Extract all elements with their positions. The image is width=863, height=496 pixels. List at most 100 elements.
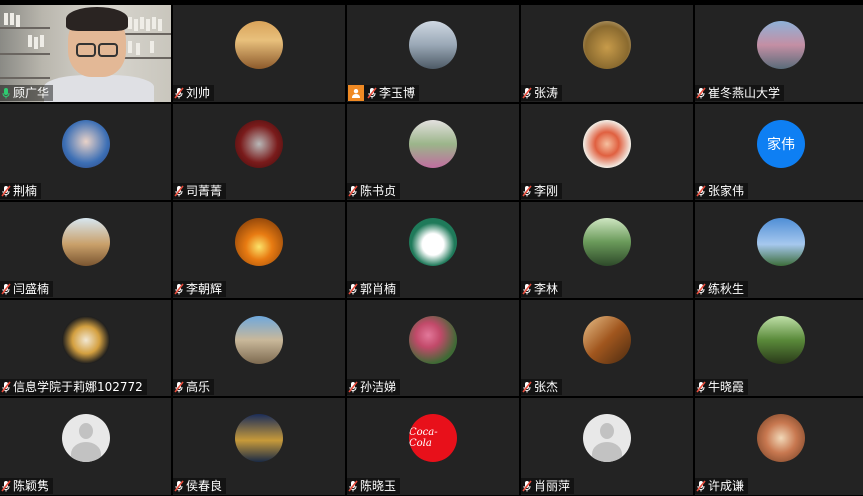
mic-muted-icon bbox=[1, 283, 11, 295]
participant-name: 李刚 bbox=[534, 184, 559, 198]
participant-name-label: 陈书贞 bbox=[347, 183, 401, 199]
participant-avatar bbox=[61, 120, 110, 168]
participant-name-label: 张杰 bbox=[521, 379, 563, 395]
participant-name: 张家伟 bbox=[708, 184, 745, 198]
mic-muted-icon bbox=[174, 185, 184, 197]
participant-name: 许成谦 bbox=[708, 479, 745, 493]
participant-tile[interactable]: 信息学院于莉娜102772 bbox=[0, 300, 171, 396]
mic-muted-icon bbox=[1, 480, 11, 492]
participant-tile[interactable]: 顾广华 bbox=[0, 5, 171, 102]
participant-tile[interactable]: 李林 bbox=[521, 202, 693, 298]
participant-name: 陈书贞 bbox=[360, 184, 397, 198]
mic-muted-icon bbox=[348, 283, 358, 295]
participant-name: 顾广华 bbox=[13, 86, 50, 100]
participant-avatar bbox=[409, 316, 457, 364]
participant-name: 李朝辉 bbox=[186, 282, 223, 296]
mic-muted-icon bbox=[348, 480, 358, 492]
participant-tile[interactable]: 荆楠 bbox=[0, 104, 171, 200]
participant-tile[interactable]: Coca-Cola 陈晓玉 bbox=[347, 398, 519, 495]
mic-muted-icon bbox=[174, 87, 184, 99]
participant-tile[interactable]: 孙洁娣 bbox=[347, 300, 519, 396]
participant-name-label: 崔冬燕山大学 bbox=[695, 85, 785, 101]
mic-muted-icon bbox=[522, 381, 532, 393]
participant-name: 司菁菁 bbox=[186, 184, 223, 198]
participant-tile[interactable]: 许成谦 bbox=[695, 398, 863, 495]
participant-tile[interactable]: 郭肖楠 bbox=[347, 202, 519, 298]
participant-avatar bbox=[409, 218, 457, 266]
participant-tile[interactable]: 刘帅 bbox=[173, 5, 345, 102]
participant-tile[interactable]: 陈书贞 bbox=[347, 104, 519, 200]
participant-name-label: 肖丽萍 bbox=[521, 478, 575, 494]
participant-tile[interactable]: 张涛 bbox=[521, 5, 693, 102]
mic-muted-icon bbox=[367, 87, 377, 99]
participant-name: 孙洁娣 bbox=[360, 380, 397, 394]
participant-tile[interactable]: 牛晓霞 bbox=[695, 300, 863, 396]
participant-name: 侯春良 bbox=[186, 479, 223, 493]
participant-tile[interactable]: 李玉博 bbox=[347, 5, 519, 102]
participant-name-label: 李林 bbox=[521, 281, 563, 297]
participant-tile[interactable]: 李刚 bbox=[521, 104, 693, 200]
participant-avatar bbox=[235, 21, 283, 69]
mic-muted-icon bbox=[348, 381, 358, 393]
mic-muted-icon bbox=[1, 185, 11, 197]
participant-name-label: 刘帅 bbox=[173, 85, 215, 101]
participant-name-label: 顾广华 bbox=[0, 85, 54, 101]
participant-avatar bbox=[409, 21, 457, 69]
participant-name-label: 陈颖隽 bbox=[0, 478, 54, 494]
participant-name-label: 侯春良 bbox=[173, 478, 227, 494]
participant-name: 荆楠 bbox=[13, 184, 38, 198]
participant-tile[interactable]: 崔冬燕山大学 bbox=[695, 5, 863, 102]
participant-tile[interactable]: 肖丽萍 bbox=[521, 398, 693, 495]
participant-name: 陈颖隽 bbox=[13, 479, 50, 493]
mic-muted-icon bbox=[696, 283, 706, 295]
participant-tile[interactable]: 司菁菁 bbox=[173, 104, 345, 200]
mic-muted-icon bbox=[174, 381, 184, 393]
participant-avatar bbox=[61, 218, 110, 266]
participant-name-label: 孙洁娣 bbox=[347, 379, 401, 395]
participant-name: 崔冬燕山大学 bbox=[708, 86, 781, 100]
host-user-icon bbox=[348, 85, 364, 101]
participant-avatar: Coca-Cola bbox=[409, 414, 457, 462]
participant-name-label: 李刚 bbox=[521, 183, 563, 199]
participant-tile[interactable]: 张杰 bbox=[521, 300, 693, 396]
participant-tile[interactable]: 陈颖隽 bbox=[0, 398, 171, 495]
participant-name: 陈晓玉 bbox=[360, 479, 397, 493]
participant-name: 李林 bbox=[534, 282, 559, 296]
participant-name-label: 练秋生 bbox=[695, 281, 749, 297]
participant-avatar bbox=[235, 316, 283, 364]
participant-name-label: 李朝辉 bbox=[173, 281, 227, 297]
participant-name-label: 郭肖楠 bbox=[347, 281, 401, 297]
mic-muted-icon bbox=[696, 480, 706, 492]
mic-muted-icon bbox=[348, 185, 358, 197]
participant-tile[interactable]: 高乐 bbox=[173, 300, 345, 396]
participant-avatar bbox=[583, 218, 631, 266]
participant-name: 练秋生 bbox=[708, 282, 745, 296]
participant-name: 信息学院于莉娜102772 bbox=[13, 380, 143, 394]
participant-name: 李玉博 bbox=[379, 86, 416, 100]
participant-tile[interactable]: 侯春良 bbox=[173, 398, 345, 495]
participant-avatar bbox=[583, 120, 631, 168]
participant-tile[interactable]: 闫盛楠 bbox=[0, 202, 171, 298]
participant-avatar bbox=[235, 218, 283, 266]
participant-avatar bbox=[583, 21, 631, 69]
participant-name: 张杰 bbox=[534, 380, 559, 394]
participant-name-label: 闫盛楠 bbox=[0, 281, 54, 297]
participant-avatar bbox=[757, 218, 805, 266]
mic-muted-icon bbox=[696, 381, 706, 393]
participant-name: 张涛 bbox=[534, 86, 559, 100]
participant-name-label: 高乐 bbox=[173, 379, 215, 395]
participant-tile[interactable]: 李朝辉 bbox=[173, 202, 345, 298]
participant-grid: 顾广华 刘帅 李玉博 张涛 崔冬燕山大学荆楠 司菁菁 陈书贞 李刚 家伟 张家伟闫盛楠 李朝辉 郭肖楠… bbox=[0, 5, 863, 495]
default-avatar-icon bbox=[61, 414, 110, 462]
participant-name: 刘帅 bbox=[186, 86, 211, 100]
participant-name-label: 荆楠 bbox=[0, 183, 42, 199]
mic-muted-icon bbox=[522, 480, 532, 492]
participant-avatar bbox=[583, 316, 631, 364]
participant-tile[interactable]: 练秋生 bbox=[695, 202, 863, 298]
participant-name-label: 张家伟 bbox=[695, 183, 749, 199]
mic-muted-icon bbox=[1, 381, 11, 393]
mic-muted-icon bbox=[522, 185, 532, 197]
participant-tile[interactable]: 家伟 张家伟 bbox=[695, 104, 863, 200]
mic-muted-icon bbox=[522, 283, 532, 295]
participant-avatar bbox=[61, 316, 110, 364]
